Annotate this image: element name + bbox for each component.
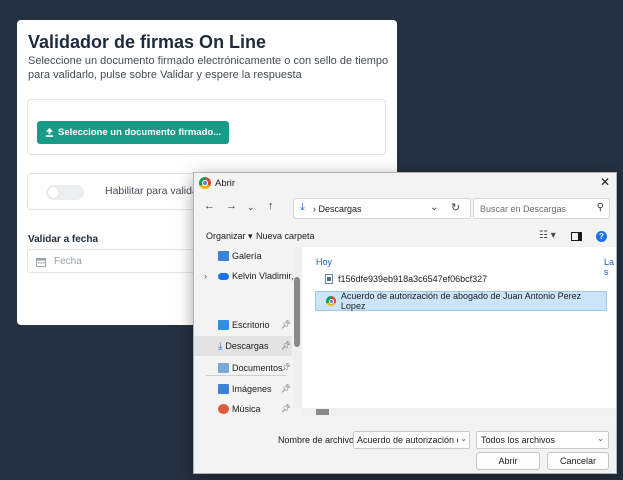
validate-toggle[interactable]	[46, 185, 84, 200]
nav-documents-label: Documentos	[232, 363, 283, 373]
navigation-row: ← → ⌄ ↑ ⤓ › Descargas ⌄ ↻ Buscar en Desc…	[194, 197, 616, 219]
upload-panel: Seleccione un documento firmado...	[27, 99, 386, 155]
pin-icon: 📌︎	[281, 320, 292, 329]
page-title: Validador de firmas On Line	[28, 32, 267, 52]
search-input[interactable]: Buscar en Descargas ⚲	[473, 198, 610, 219]
address-dropdown-icon[interactable]: ⌄	[430, 202, 438, 213]
view-options-icon[interactable]: ☷ ▾	[539, 230, 556, 241]
navigation-pane: Galería › Kelvin Vladimir, Escritorio 📌︎…	[194, 247, 294, 414]
preview-pane-icon[interactable]	[571, 232, 582, 241]
cloud-icon	[218, 272, 229, 280]
file-name: f156dfe939eb918a3c6547ef06bcf327	[338, 274, 488, 284]
close-icon[interactable]: ✕	[600, 175, 610, 189]
chevron-down-icon[interactable]: ⌄	[458, 434, 467, 443]
filetype-select[interactable]: Todos los archivos ⌄	[476, 431, 609, 449]
desktop-icon	[218, 320, 229, 330]
pin-icon: 📌︎	[281, 341, 292, 350]
file-row[interactable]: f156dfe939eb918a3c6547ef06bcf327	[315, 269, 607, 289]
nav-item-desktop[interactable]: Escritorio	[218, 318, 270, 332]
date-label: Validar a fecha	[28, 234, 99, 245]
expand-chevron-icon[interactable]: ›	[204, 271, 207, 281]
filename-value: Acuerdo de autorización de abogado de Ju…	[357, 435, 469, 445]
organize-menu[interactable]: Organizar ▾	[206, 231, 253, 242]
dialog-toolbar: Organizar ▾ Nueva carpeta ☷ ▾ ?	[194, 228, 616, 246]
organize-label: Organizar	[206, 231, 246, 241]
nav-item-downloads[interactable]: ⤓ Descargas	[218, 339, 268, 353]
select-document-button[interactable]: Seleccione un documento firmado...	[37, 121, 230, 144]
chrome-icon	[199, 177, 211, 189]
address-path: › Descargas	[313, 204, 362, 214]
gallery-icon	[218, 251, 229, 261]
address-bar[interactable]: ⤓ › Descargas ⌄ ↻	[293, 198, 471, 219]
nav-gallery-label: Galería	[232, 251, 262, 261]
nav-item-onedrive[interactable]: Kelvin Vladimir,	[218, 269, 294, 283]
download-icon: ⤓	[218, 340, 223, 352]
nav-item-music[interactable]: Música	[218, 402, 261, 416]
filename-input[interactable]: Acuerdo de autorización de abogado de Ju…	[353, 431, 470, 449]
new-folder-button[interactable]: Nueva carpeta	[256, 231, 315, 241]
nav-item-gallery[interactable]: Galería	[218, 249, 262, 263]
file-row-selected[interactable]: Acuerdo de autorización de abogado de Ju…	[315, 291, 607, 311]
filename-label: Nombre de archivo:	[278, 435, 357, 445]
group-header-today[interactable]: Hoy	[316, 257, 332, 267]
filetype-value: Todos los archivos	[481, 435, 556, 445]
horizontal-scrollbar[interactable]	[302, 408, 616, 416]
back-arrow-icon[interactable]: ←	[204, 200, 215, 212]
pin-icon: 📌︎	[281, 404, 292, 413]
nav-scrollbar[interactable]	[293, 247, 301, 408]
horizontal-scroll-thumb[interactable]	[316, 409, 329, 415]
nav-desktop-label: Escritorio	[232, 320, 270, 330]
date-input[interactable]: Fecha	[27, 249, 207, 273]
select-document-label: Seleccione un documento firmado...	[58, 127, 222, 138]
nav-scroll-thumb[interactable]	[294, 277, 300, 347]
forward-arrow-icon[interactable]: →	[226, 200, 237, 212]
nav-separator	[206, 375, 286, 376]
search-placeholder: Buscar en Descargas	[480, 204, 567, 214]
document-icon	[325, 274, 333, 284]
file-name: Acuerdo de autorización de abogado de Ju…	[340, 291, 582, 311]
up-arrow-icon[interactable]: ↑	[268, 200, 274, 212]
help-icon[interactable]: ?	[596, 231, 607, 242]
dialog-titlebar[interactable]: Abrir ✕	[194, 173, 616, 193]
pin-icon: 📌︎	[281, 363, 292, 372]
pin-icon: 📌︎	[281, 384, 292, 393]
page-description: Seleccione un documento firmado electrón…	[28, 55, 389, 81]
open-button[interactable]: Abrir	[476, 452, 540, 470]
download-arrow-icon: ⤓	[300, 201, 305, 213]
nav-pictures-label: Imágenes	[232, 384, 272, 394]
cancel-button[interactable]: Cancelar	[547, 452, 609, 470]
pictures-icon	[218, 384, 229, 394]
refresh-icon[interactable]: ↻	[451, 201, 460, 214]
file-list: Hoy La s f156dfe939eb918a3c6547ef06bcf32…	[302, 247, 616, 408]
chrome-icon	[326, 296, 336, 306]
nav-music-label: Música	[232, 404, 261, 414]
music-icon	[218, 404, 229, 414]
nav-onedrive-label: Kelvin Vladimir,	[232, 271, 294, 281]
calendar-icon	[36, 258, 46, 267]
upload-icon	[45, 128, 54, 137]
chevron-down-icon: ⌄	[597, 434, 604, 443]
nav-downloads-label: Descargas	[225, 341, 269, 351]
documents-icon	[218, 363, 229, 373]
search-icon: ⚲	[596, 202, 604, 213]
dialog-footer: Nombre de archivo: Acuerdo de autorizaci…	[194, 425, 616, 473]
nav-item-pictures[interactable]: Imágenes	[218, 382, 272, 396]
date-placeholder: Fecha	[54, 256, 82, 267]
file-open-dialog: Abrir ✕ ← → ⌄ ↑ ⤓ › Descargas ⌄ ↻ Buscar…	[193, 172, 617, 474]
dialog-title: Abrir	[215, 178, 236, 189]
nav-item-documents[interactable]: Documentos	[218, 361, 283, 375]
address-folder: Descargas	[318, 204, 362, 214]
history-chevron-icon[interactable]: ⌄	[247, 202, 255, 213]
